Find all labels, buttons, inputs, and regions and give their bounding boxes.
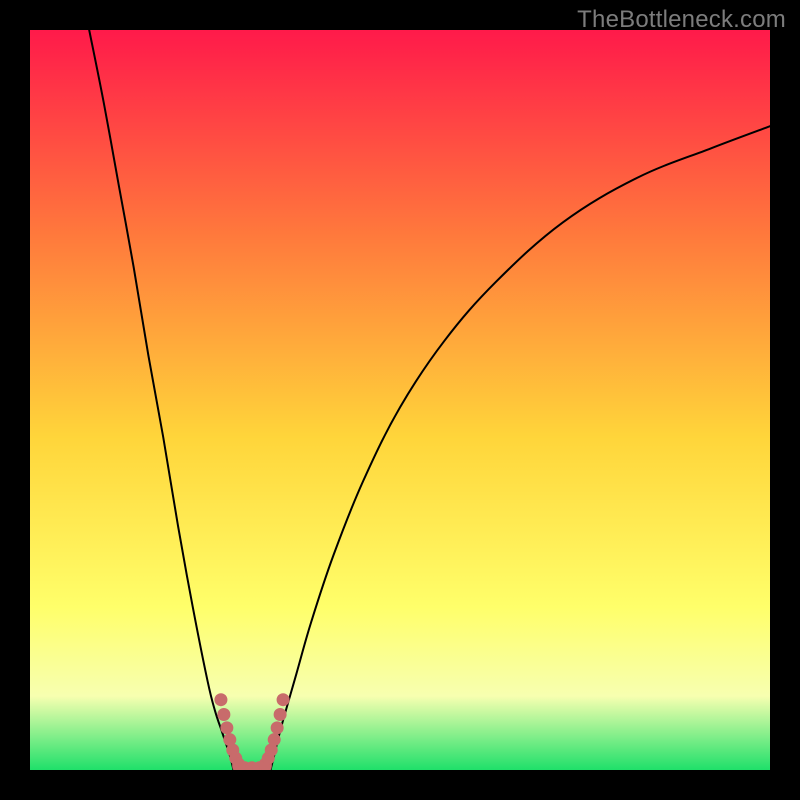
valley-marker xyxy=(220,721,233,734)
bottleneck-chart xyxy=(30,30,770,770)
watermark-text: TheBottleneck.com xyxy=(577,6,786,34)
valley-marker xyxy=(214,693,227,706)
valley-marker xyxy=(274,708,287,721)
valley-marker xyxy=(271,721,284,734)
valley-marker xyxy=(217,708,230,721)
valley-marker xyxy=(277,693,290,706)
gradient-background xyxy=(30,30,770,770)
valley-marker xyxy=(268,733,281,746)
plot-area xyxy=(30,30,770,770)
outer-frame: TheBottleneck.com xyxy=(0,0,800,800)
